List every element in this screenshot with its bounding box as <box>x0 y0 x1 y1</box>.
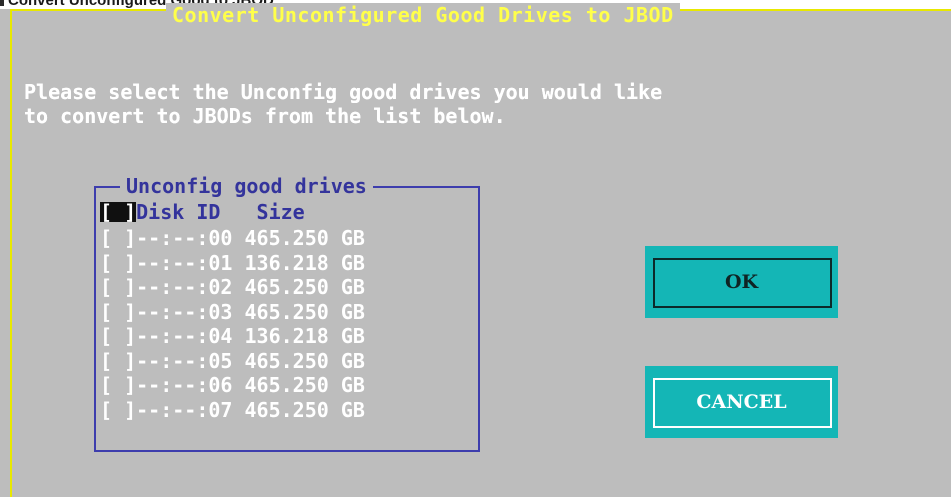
instruction-message: Please select the Unconfig good drives y… <box>24 80 662 128</box>
ok-button-label: OK <box>724 271 759 293</box>
drive-id: --:--:05 <box>136 348 233 373</box>
drive-row[interactable]: [ ]--:--:06 465.250 GB <box>100 373 365 398</box>
drive-row[interactable]: [ ]--:--:03 465.250 GB <box>100 300 365 325</box>
drive-id: --:--:06 <box>136 373 233 397</box>
drive-row[interactable]: [ ]--:--:00 465.250 GB <box>100 226 365 251</box>
drive-id: --:--:07 <box>136 397 233 422</box>
dialog-title: Convert Unconfigured Good Drives to JBOD <box>166 3 680 27</box>
drive-size: 136.218 GB <box>244 324 365 348</box>
drive-checkbox[interactable]: [ ] <box>100 300 136 324</box>
drive-list-label: Unconfig good drives <box>120 174 373 198</box>
drive-checkbox[interactable]: [ ] <box>100 275 136 299</box>
drive-checkbox[interactable]: [ ] <box>100 349 136 373</box>
drive-list-header: [ ]Disk ID Size <box>100 200 305 224</box>
ok-button[interactable]: OK <box>645 246 838 318</box>
drive-checkbox[interactable]: [ ] <box>100 324 136 348</box>
cancel-button[interactable]: CANCEL <box>645 366 838 438</box>
window-icon <box>0 0 4 6</box>
drive-id: --:--:04 <box>136 324 233 348</box>
drive-row[interactable]: [ ]--:--:02 465.250 GB <box>100 275 365 300</box>
drive-id: --:--:00 <box>136 226 233 250</box>
drive-size: 465.250 GB <box>244 373 365 397</box>
instruction-line-1: Please select the Unconfig good drives y… <box>24 80 663 104</box>
drive-checkbox[interactable]: [ ] <box>100 251 136 275</box>
drive-row[interactable]: [ ]--:--:05 465.250 GB <box>100 349 365 374</box>
instruction-line-2: to convert to JBODs from the list below. <box>24 104 506 128</box>
drive-size: 465.250 GB <box>244 275 365 299</box>
drive-checkbox[interactable]: [ ] <box>100 373 136 397</box>
drive-row[interactable]: [ ]--:--:01 136.218 GB <box>100 251 365 276</box>
column-disk-id: Disk ID <box>136 200 221 224</box>
drive-rows: [ ]--:--:00 465.250 GB [ ]--:--:01 136.2… <box>100 226 365 422</box>
drive-size: 465.250 GB <box>244 299 365 324</box>
drive-size: 465.250 GB <box>244 348 365 373</box>
cancel-button-label: CANCEL <box>696 391 787 413</box>
drive-size: 465.250 GB <box>244 397 365 422</box>
drive-row[interactable]: [ ]--:--:07 465.250 GB <box>100 398 365 423</box>
select-all-checkbox[interactable]: [ ] <box>100 202 137 222</box>
column-size: Size <box>256 200 305 224</box>
drive-id: --:--:02 <box>136 275 233 299</box>
drive-row[interactable]: [ ]--:--:04 136.218 GB <box>100 324 365 349</box>
drive-checkbox[interactable]: [ ] <box>100 226 136 250</box>
drive-size: 465.250 GB <box>244 226 365 250</box>
drive-id: --:--:01 <box>136 250 233 275</box>
drive-size: 136.218 GB <box>244 250 365 275</box>
drive-id: --:--:03 <box>136 299 233 324</box>
drive-checkbox[interactable]: [ ] <box>100 398 136 422</box>
